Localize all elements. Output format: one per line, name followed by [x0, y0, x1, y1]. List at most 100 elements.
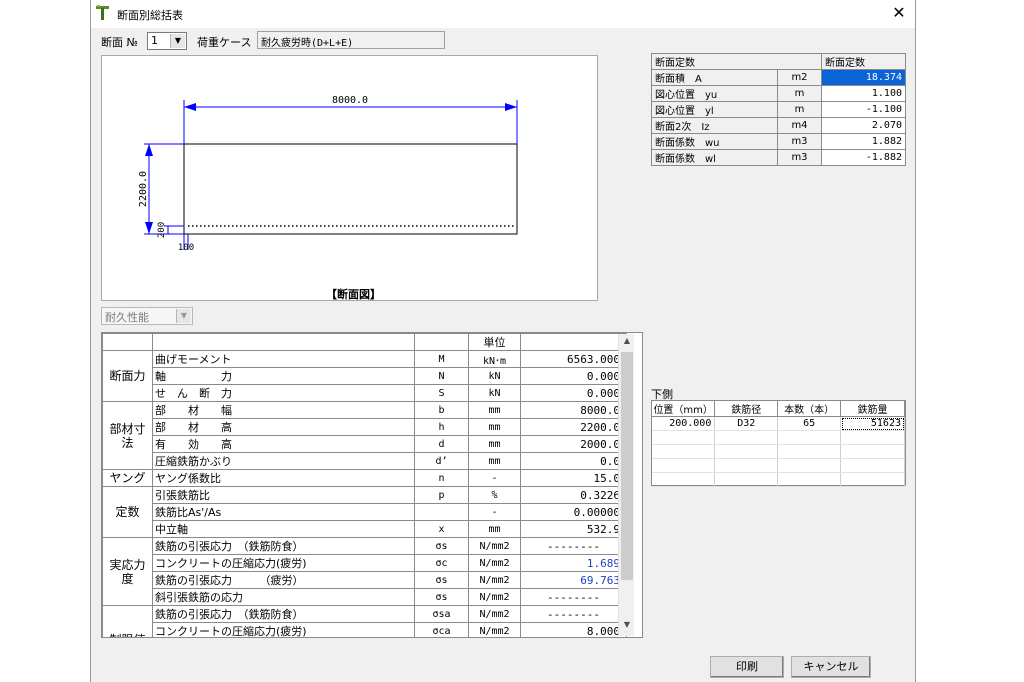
rebar-cell[interactable]	[652, 472, 716, 487]
close-button[interactable]: ✕	[887, 3, 911, 25]
constant-name: 断面係数 wu	[651, 133, 778, 150]
symbol-header-cell	[414, 333, 469, 351]
constant-unit: m3	[777, 133, 822, 150]
symbol-cell: b	[414, 401, 469, 419]
rebar-row[interactable]: 200.000 D32 65 51623	[652, 416, 905, 431]
rebar-cell[interactable]	[652, 430, 716, 445]
constants-header-name: 断面定数	[651, 53, 822, 70]
group-header-cell	[102, 333, 153, 351]
summary-dialog: 断面別総括表 ✕ 断面 № 1 ▼ 荷重ケース 耐久疲労時(D+L+E) 800…	[90, 0, 916, 682]
section-no-label: 断面 №	[101, 36, 138, 49]
item-label: 中立軸	[152, 520, 415, 538]
symbol-cell: S	[414, 384, 469, 402]
constant-value[interactable]: 1.882	[821, 133, 906, 150]
rebar-cell[interactable]	[840, 458, 905, 473]
summary-row: 実応力度 鉄筋の引張応力 （鉄筋防食） σs N/mm2 --------	[102, 537, 627, 606]
rebar-cell[interactable]	[777, 472, 842, 487]
rebar-cell[interactable]	[840, 430, 905, 445]
rebar-cell[interactable]	[714, 472, 779, 487]
rebar-cell[interactable]	[652, 458, 716, 473]
summary-table-container[interactable]: 単位 断面力 曲げモーメント MkN･m 6563.000 軸 力 NkN 0.000 せ ん …	[101, 332, 643, 638]
lower-rebar-grid[interactable]: 位置（mm） 鉄筋径 本数（本） 鉄筋量 200.000 D32 65 51623	[651, 400, 906, 487]
rebar-cell[interactable]	[652, 444, 716, 459]
rebar-cell[interactable]	[714, 430, 779, 445]
rebar-row[interactable]	[652, 472, 905, 487]
value-cell: --------	[520, 588, 627, 606]
unit-cell: kN	[468, 367, 521, 385]
chevron-down-icon[interactable]: ▼	[170, 34, 185, 48]
summary-row: 軸 力 NkN 0.000	[103, 367, 627, 385]
rebar-row[interactable]	[652, 430, 905, 445]
constant-unit: m4	[777, 117, 822, 134]
item-label: 圧縮鉄筋かぶり	[152, 452, 415, 470]
constant-value[interactable]: -1.882	[821, 149, 906, 166]
symbol-cell: n	[414, 469, 469, 487]
rebar-row[interactable]	[652, 444, 905, 459]
rebar-header-cell: 位置（mm）	[652, 401, 716, 417]
symbol-cell: σsa	[414, 605, 469, 623]
constants-header-value: 断面定数	[821, 53, 906, 70]
print-button[interactable]: 印刷	[710, 656, 784, 678]
summary-row: 斜引張鉄筋の応力 σs N/mm2 --------	[103, 588, 627, 606]
unit-cell: N/mm2	[468, 571, 521, 589]
performance-select[interactable]: 耐久性能 ▼	[101, 307, 193, 325]
constant-name: 図心位置 yl	[651, 101, 778, 118]
summary-row: 部 材 高 h mm 2200.0	[103, 418, 627, 436]
constant-value[interactable]: 18.374	[821, 69, 906, 86]
symbol-cell: x	[414, 520, 469, 538]
constants-row: 図心位置 yu m 1.100	[651, 85, 906, 102]
unit-cell: N/mm2	[468, 605, 521, 623]
performance-value: 耐久性能	[105, 311, 149, 324]
symbol-cell: σc	[414, 554, 469, 572]
rebar-row[interactable]	[652, 458, 905, 473]
group-label: 部材寸法	[102, 401, 153, 470]
summary-row: 定数 引張鉄筋比 p% 0.3226	[102, 486, 627, 538]
rebar-cell[interactable]: D32	[714, 416, 779, 431]
chevron-down-icon[interactable]: ▼	[176, 309, 191, 323]
constant-value[interactable]: 1.100	[821, 85, 906, 102]
value-cell: 69.763	[520, 571, 627, 589]
group-label: 制限値	[102, 605, 153, 637]
constants-row: 断面2次 Iz m4 2.070	[651, 117, 906, 134]
rebar-cell[interactable]: 200.000	[652, 416, 716, 431]
constants-row: 断面積 Am2 18.374	[651, 69, 906, 86]
constant-value[interactable]: -1.100	[821, 101, 906, 118]
app-icon	[96, 5, 109, 20]
summary-row: 中立軸 x mm 532.9	[103, 520, 627, 538]
unit-cell: %	[468, 486, 521, 504]
cancel-button[interactable]: キャンセル	[791, 656, 871, 678]
section-no-value: 1	[151, 34, 158, 47]
symbol-cell: M	[414, 350, 469, 368]
rebar-cell[interactable]	[777, 444, 842, 459]
scroll-up-icon[interactable]: ▲	[619, 336, 635, 350]
group-label: 定数	[102, 486, 153, 538]
rebar-cell[interactable]	[714, 444, 779, 459]
offset-dim-label: 100	[178, 243, 194, 253]
section-constants-table: 断面定数 断面定数 断面積 Am2 18.374 図心位置 yu m 1.100 図心位置 y…	[651, 53, 906, 166]
value-cell: 2200.0	[520, 418, 627, 436]
section-no-select[interactable]: 1 ▼	[147, 32, 187, 50]
vertical-scrollbar[interactable]: ▲ ▼	[618, 334, 634, 636]
symbol-cell: h	[414, 418, 469, 436]
summary-row: 圧縮鉄筋かぶり d’ mm 0.0	[103, 452, 627, 470]
value-cell: 8.000	[520, 622, 627, 637]
item-label: 部 材 高	[152, 418, 415, 436]
rebar-cell[interactable]: 65	[777, 416, 842, 431]
scroll-thumb[interactable]	[621, 352, 633, 580]
constant-value[interactable]: 2.070	[821, 117, 906, 134]
rebar-cell[interactable]	[777, 430, 842, 445]
rebar-cell[interactable]	[714, 458, 779, 473]
constants-header-row: 断面定数 断面定数	[651, 53, 906, 70]
summary-row: 部材寸法部 材 幅 b mm 8000.0	[102, 401, 627, 470]
rebar-header-cell: 鉄筋径	[714, 401, 779, 417]
rebar-cell[interactable]	[777, 458, 842, 473]
value-cell: 0.000	[520, 384, 627, 402]
scroll-down-icon[interactable]: ▼	[619, 620, 635, 634]
rebar-cell[interactable]	[840, 444, 905, 459]
value-cell: 0.00000	[520, 503, 627, 521]
constant-unit: m3	[777, 149, 822, 166]
rebar-header-cell: 鉄筋量	[840, 401, 905, 417]
rebar-cell[interactable]: 51623	[840, 416, 905, 431]
item-label: 鉄筋の引張応力 （鉄筋防食）	[152, 605, 415, 623]
rebar-cell[interactable]	[840, 472, 905, 487]
